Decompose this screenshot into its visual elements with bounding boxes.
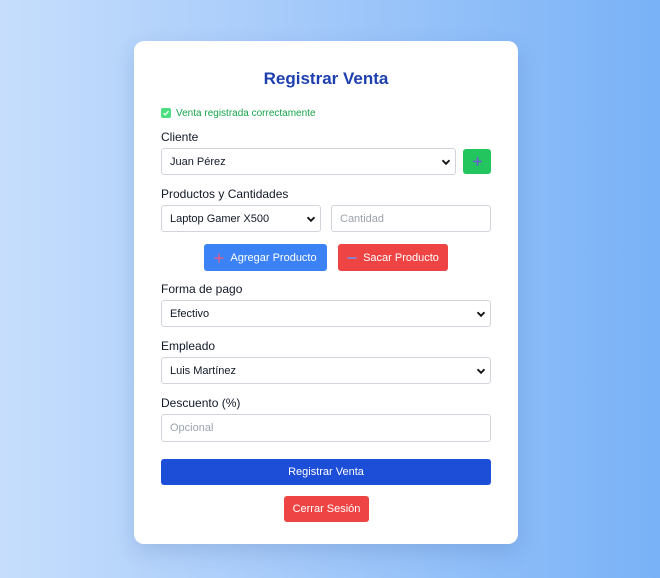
- empleado-select[interactable]: Luis Martínez: [161, 357, 491, 384]
- producto-value: Laptop Gamer X500: [170, 212, 270, 225]
- productos-label: Productos y Cantidades: [161, 187, 289, 201]
- chevron-down-icon: [476, 311, 486, 318]
- empleado-value: Luis Martínez: [170, 364, 237, 377]
- sacar-label: Sacar Producto: [363, 251, 439, 264]
- plus-icon: [472, 157, 482, 166]
- registrar-venta-label: Registrar Venta: [288, 466, 364, 478]
- success-text: Venta registrada correctamente: [176, 107, 316, 119]
- forma-pago-value: Efectivo: [170, 307, 210, 320]
- plus-icon: [214, 253, 224, 262]
- agregar-producto-button[interactable]: Agregar Producto: [204, 244, 327, 271]
- registrar-venta-button[interactable]: Registrar Venta: [161, 459, 491, 485]
- descuento-label: Descuento (%): [161, 396, 241, 410]
- cliente-value: Juan Pérez: [170, 155, 226, 168]
- chevron-down-icon: [476, 368, 486, 375]
- sacar-producto-button[interactable]: Sacar Producto: [338, 244, 448, 271]
- cerrar-sesion-button[interactable]: Cerrar Sesión: [284, 496, 369, 522]
- success-message: Venta registrada correctamente: [161, 106, 316, 120]
- descuento-input[interactable]: Opcional: [161, 414, 491, 442]
- cantidad-placeholder: Cantidad: [340, 212, 385, 225]
- minus-icon: [347, 256, 357, 259]
- cliente-label: Cliente: [161, 130, 199, 144]
- sale-form-card: Registrar Venta Venta registrada correct…: [134, 41, 518, 544]
- cantidad-input[interactable]: Cantidad: [331, 205, 491, 232]
- cerrar-sesion-label: Cerrar Sesión: [292, 503, 361, 515]
- add-client-button[interactable]: [463, 149, 491, 174]
- page-title: Registrar Venta: [263, 69, 389, 88]
- cliente-select[interactable]: Juan Pérez: [161, 148, 456, 175]
- empleado-label: Empleado: [161, 339, 216, 353]
- forma-pago-select[interactable]: Efectivo: [161, 300, 491, 327]
- descuento-placeholder: Opcional: [170, 422, 214, 434]
- chevron-down-icon: [306, 216, 316, 223]
- producto-select[interactable]: Laptop Gamer X500: [161, 205, 321, 232]
- chevron-down-icon: [441, 159, 451, 166]
- agregar-label: Agregar Producto: [230, 251, 317, 264]
- forma-pago-label: Forma de pago: [161, 282, 243, 296]
- check-icon: [161, 108, 171, 118]
